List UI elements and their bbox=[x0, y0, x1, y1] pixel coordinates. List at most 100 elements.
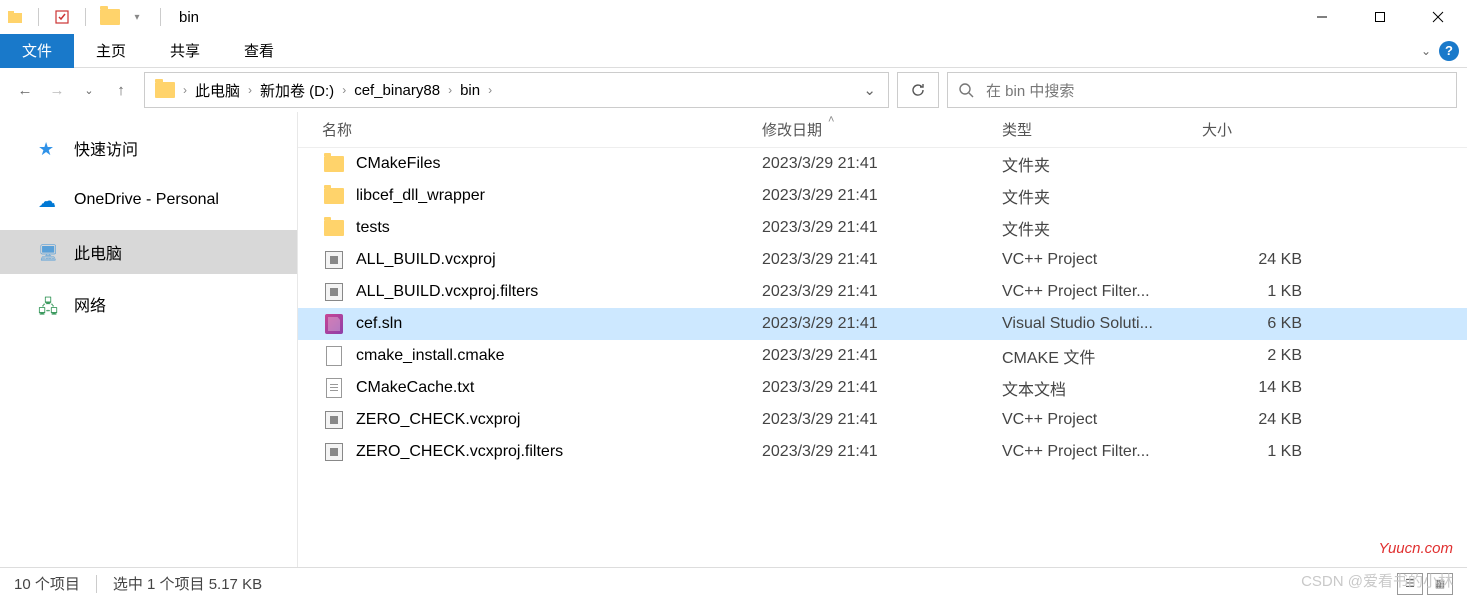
ribbon: 文件 主页 共享 查看 ⌄ ? bbox=[0, 34, 1467, 68]
file-row[interactable]: ALL_BUILD.vcxproj2023/3/29 21:41VC++ Pro… bbox=[298, 244, 1467, 276]
sidebar-item-label: 网络 bbox=[74, 292, 106, 316]
breadcrumb-segment[interactable]: bin bbox=[454, 73, 486, 107]
file-row[interactable]: CMakeCache.txt2023/3/29 21:41文本文档14 KB bbox=[298, 372, 1467, 404]
file-type: VC++ Project Filter... bbox=[1002, 443, 1202, 461]
search-input[interactable]: 在 bin 中搜索 bbox=[947, 72, 1457, 108]
tab-home[interactable]: 主页 bbox=[74, 34, 148, 68]
vcxproj-file-icon bbox=[325, 411, 343, 429]
folder-icon bbox=[324, 188, 344, 204]
window-controls bbox=[1293, 0, 1467, 34]
column-header-date[interactable]: 修改日期 bbox=[762, 119, 1002, 140]
refresh-button[interactable] bbox=[897, 72, 939, 108]
minimize-button[interactable] bbox=[1293, 0, 1351, 34]
qat-dropdown-icon[interactable]: ▾ bbox=[128, 8, 146, 26]
sidebar-item-quick-access[interactable]: ★ 快速访问 bbox=[0, 126, 297, 170]
file-row[interactable]: ZERO_CHECK.vcxproj2023/3/29 21:41VC++ Pr… bbox=[298, 404, 1467, 436]
sidebar-item-onedrive[interactable]: ☁ OneDrive - Personal bbox=[0, 178, 297, 222]
file-type: VC++ Project Filter... bbox=[1002, 283, 1202, 301]
chevron-right-icon[interactable]: › bbox=[340, 83, 348, 97]
file-type: 文件夹 bbox=[1002, 184, 1202, 208]
column-header-name[interactable]: 名称 bbox=[322, 119, 762, 140]
chevron-right-icon[interactable]: › bbox=[446, 83, 454, 97]
sidebar-item-label: 此电脑 bbox=[74, 240, 122, 264]
file-row[interactable]: cmake_install.cmake2023/3/29 21:41CMAKE … bbox=[298, 340, 1467, 372]
tab-file[interactable]: 文件 bbox=[0, 34, 74, 68]
file-name: libcef_dll_wrapper bbox=[356, 187, 762, 205]
separator bbox=[85, 8, 86, 26]
breadcrumb-segment[interactable]: cef_binary88 bbox=[348, 73, 446, 107]
separator bbox=[160, 8, 161, 26]
file-row[interactable]: CMakeFiles2023/3/29 21:41文件夹 bbox=[298, 148, 1467, 180]
close-button[interactable] bbox=[1409, 0, 1467, 34]
search-icon bbox=[958, 82, 974, 98]
help-icon[interactable]: ? bbox=[1439, 41, 1459, 61]
app-icon bbox=[6, 8, 24, 26]
sidebar-item-network[interactable]: 🖧 网络 bbox=[0, 282, 297, 326]
file-pane: ˄ 名称 修改日期 类型 大小 CMakeFiles2023/3/29 21:4… bbox=[298, 112, 1467, 567]
file-type: VC++ Project bbox=[1002, 411, 1202, 429]
sort-indicator-icon: ˄ bbox=[828, 114, 834, 126]
chevron-right-icon[interactable]: › bbox=[181, 83, 189, 97]
file-row[interactable]: ZERO_CHECK.vcxproj.filters2023/3/29 21:4… bbox=[298, 436, 1467, 468]
file-size: 1 KB bbox=[1202, 443, 1322, 461]
breadcrumb-segment[interactable]: 新加卷 (D:) bbox=[254, 73, 340, 107]
status-item-count: 10 个项目 bbox=[14, 573, 80, 594]
sidebar-item-this-pc[interactable]: 🖥 此电脑 bbox=[0, 230, 297, 274]
text-file-icon bbox=[326, 378, 342, 398]
tab-view[interactable]: 查看 bbox=[222, 34, 296, 68]
file-name: ALL_BUILD.vcxproj.filters bbox=[356, 283, 762, 301]
recent-dropdown-icon[interactable]: ⌄ bbox=[74, 75, 104, 105]
file-size: 1 KB bbox=[1202, 283, 1322, 301]
sidebar-item-label: 快速访问 bbox=[74, 136, 138, 160]
file-row[interactable]: ALL_BUILD.vcxproj.filters2023/3/29 21:41… bbox=[298, 276, 1467, 308]
file-size: 24 KB bbox=[1202, 411, 1322, 429]
file-icon bbox=[326, 346, 342, 366]
address-bar[interactable]: › 此电脑 › 新加卷 (D:) › cef_binary88 › bin › … bbox=[144, 72, 889, 108]
file-name: CMakeCache.txt bbox=[356, 379, 762, 397]
chevron-right-icon[interactable]: › bbox=[246, 83, 254, 97]
file-date: 2023/3/29 21:41 bbox=[762, 315, 1002, 333]
folder-icon bbox=[155, 82, 175, 98]
forward-button[interactable]: → bbox=[42, 75, 72, 105]
column-header-type[interactable]: 类型 bbox=[1002, 119, 1202, 140]
tab-share[interactable]: 共享 bbox=[148, 34, 222, 68]
folder-icon bbox=[324, 156, 344, 172]
main-area: ★ 快速访问 ☁ OneDrive - Personal 🖥 此电脑 🖧 网络 … bbox=[0, 112, 1467, 567]
back-button[interactable]: ← bbox=[10, 75, 40, 105]
vcxproj-file-icon bbox=[325, 251, 343, 269]
file-row[interactable]: cef.sln2023/3/29 21:41Visual Studio Solu… bbox=[298, 308, 1467, 340]
nav-buttons: ← → ⌄ ↑ bbox=[10, 75, 136, 105]
breadcrumb-segment[interactable]: 此电脑 bbox=[189, 73, 246, 107]
ribbon-expand-icon[interactable]: ⌄ bbox=[1421, 44, 1431, 58]
file-date: 2023/3/29 21:41 bbox=[762, 251, 1002, 269]
file-name: cef.sln bbox=[356, 315, 762, 333]
window-title: bin bbox=[179, 9, 199, 26]
vcxproj-file-icon bbox=[325, 283, 343, 301]
file-size: 14 KB bbox=[1202, 379, 1322, 397]
status-selection: 选中 1 个项目 5.17 KB bbox=[113, 573, 262, 594]
file-type: 文本文档 bbox=[1002, 376, 1202, 400]
chevron-right-icon[interactable]: › bbox=[486, 83, 494, 97]
star-icon: ★ bbox=[38, 139, 60, 157]
properties-icon[interactable] bbox=[53, 8, 71, 26]
file-list: CMakeFiles2023/3/29 21:41文件夹libcef_dll_w… bbox=[298, 148, 1467, 468]
file-date: 2023/3/29 21:41 bbox=[762, 283, 1002, 301]
cloud-icon: ☁ bbox=[38, 191, 60, 209]
file-date: 2023/3/29 21:41 bbox=[762, 347, 1002, 365]
file-type: VC++ Project bbox=[1002, 251, 1202, 269]
network-icon: 🖧 bbox=[38, 295, 60, 313]
file-type: 文件夹 bbox=[1002, 216, 1202, 240]
maximize-button[interactable] bbox=[1351, 0, 1409, 34]
file-date: 2023/3/29 21:41 bbox=[762, 187, 1002, 205]
address-dropdown-icon[interactable]: ⌄ bbox=[855, 81, 884, 99]
watermark: Yuucn.com bbox=[1379, 540, 1453, 557]
file-name: ZERO_CHECK.vcxproj.filters bbox=[356, 443, 762, 461]
separator bbox=[96, 575, 97, 593]
column-header-size[interactable]: 大小 bbox=[1202, 119, 1322, 140]
file-row[interactable]: libcef_dll_wrapper2023/3/29 21:41文件夹 bbox=[298, 180, 1467, 212]
file-row[interactable]: tests2023/3/29 21:41文件夹 bbox=[298, 212, 1467, 244]
separator bbox=[38, 8, 39, 26]
quick-access-toolbar: ▾ bbox=[6, 8, 167, 26]
up-button[interactable]: ↑ bbox=[106, 75, 136, 105]
file-date: 2023/3/29 21:41 bbox=[762, 379, 1002, 397]
